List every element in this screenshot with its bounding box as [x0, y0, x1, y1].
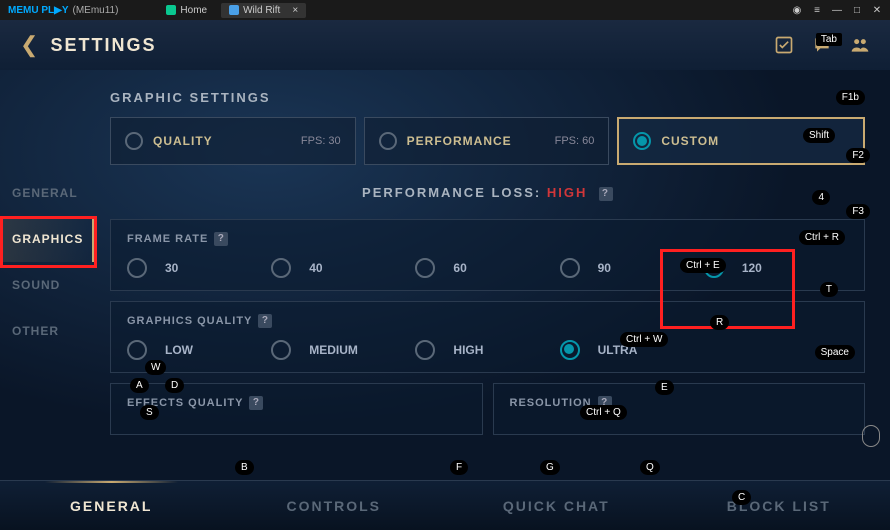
checklist-icon[interactable]	[774, 35, 794, 55]
tab-keyhint: Tab	[816, 33, 842, 46]
gq-low[interactable]: LOW	[127, 340, 271, 360]
bottom-tabs: GENERAL CONTROLS QUICK CHAT BLOCK LIST	[0, 480, 890, 530]
sidebar-item-general[interactable]: GENERAL	[0, 170, 95, 216]
resolution-row: RESOLUTION?	[493, 383, 866, 435]
radio-icon	[633, 132, 651, 150]
help-icon[interactable]: ?	[598, 396, 612, 410]
menu-icon[interactable]: ≡	[812, 5, 822, 15]
wildrift-icon	[229, 5, 239, 15]
close-tab-icon[interactable]: ×	[292, 5, 298, 16]
close-icon[interactable]: ✕	[872, 5, 882, 15]
sidebar-item-graphics[interactable]: GRAPHICS	[0, 216, 95, 262]
emulator-tabs: Home Wild Rift ×	[158, 3, 306, 18]
preset-performance[interactable]: PERFORMANCE FPS: 60	[364, 117, 610, 165]
bottom-tab-blocklist[interactable]: BLOCK LIST	[668, 481, 890, 530]
tab-home[interactable]: Home	[158, 3, 215, 18]
preset-custom[interactable]: CUSTOM	[617, 117, 865, 165]
gq-ultra[interactable]: ULTRA	[560, 340, 704, 360]
emulator-titlebar: MEMU PL▶Y (MEmu11) Home Wild Rift × ◉ ≡ …	[0, 0, 890, 20]
fps-40[interactable]: 40	[271, 258, 415, 278]
fps-120[interactable]: 120	[704, 258, 848, 278]
help-icon[interactable]: ?	[249, 396, 263, 410]
window-controls: ◉ ≡ — □ ✕	[792, 5, 882, 15]
radio-icon	[125, 132, 143, 150]
home-icon	[166, 5, 176, 15]
account-icon[interactable]: ◉	[792, 5, 802, 15]
game-header: ❮ SETTINGS Tab	[0, 20, 890, 70]
memu-logo: MEMU PL▶Y	[8, 5, 68, 16]
fps-90[interactable]: 90	[560, 258, 704, 278]
performance-loss-label: PERFORMANCE LOSS: HIGH ?	[110, 185, 865, 201]
gq-medium[interactable]: MEDIUM	[271, 340, 415, 360]
preset-quality[interactable]: QUALITY FPS: 30	[110, 117, 356, 165]
bottom-tab-quickchat[interactable]: QUICK CHAT	[445, 481, 668, 530]
radio-icon	[379, 132, 397, 150]
emulator-instance-name: (MEmu11)	[72, 5, 118, 16]
gq-high[interactable]: HIGH	[415, 340, 559, 360]
frame-rate-row: FRAME RATE? 30 40 60 90 120	[110, 219, 865, 291]
maximize-icon[interactable]: □	[852, 5, 862, 15]
sidebar-item-other[interactable]: OTHER	[0, 308, 95, 354]
graphic-settings-title: GRAPHIC SETTINGS	[110, 90, 865, 105]
help-icon[interactable]: ?	[214, 232, 228, 246]
effects-quality-row: EFFECTS QUALITY?	[110, 383, 483, 435]
sidebar-item-sound[interactable]: SOUND	[0, 262, 95, 308]
tab-wildrift[interactable]: Wild Rift ×	[221, 3, 306, 18]
settings-main: GRAPHIC SETTINGS QUALITY FPS: 30 PERFORM…	[95, 70, 890, 480]
friends-icon[interactable]	[850, 35, 870, 55]
help-icon[interactable]: ?	[258, 314, 272, 328]
minimize-icon[interactable]: —	[832, 5, 842, 15]
page-title: SETTINGS	[50, 35, 156, 56]
help-icon[interactable]: ?	[599, 187, 613, 201]
fps-30[interactable]: 30	[127, 258, 271, 278]
bottom-tab-controls[interactable]: CONTROLS	[223, 481, 446, 530]
bottom-tab-general[interactable]: GENERAL	[0, 481, 223, 530]
preset-row: QUALITY FPS: 30 PERFORMANCE FPS: 60 CUST…	[110, 117, 865, 165]
back-button[interactable]: ❮	[20, 32, 38, 58]
settings-sidebar: GENERAL GRAPHICS SOUND OTHER	[0, 70, 95, 480]
fps-60[interactable]: 60	[415, 258, 559, 278]
graphics-quality-row: GRAPHICS QUALITY? LOW MEDIUM HIGH ULTRA	[110, 301, 865, 373]
